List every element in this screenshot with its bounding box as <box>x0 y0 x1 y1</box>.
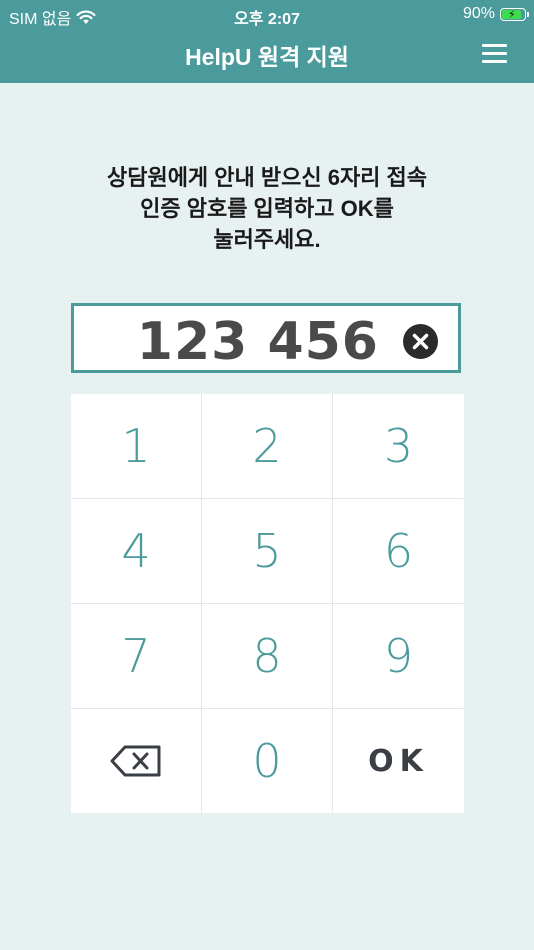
key-9[interactable]: 9 <box>333 604 464 708</box>
key-3[interactable]: 3 <box>333 394 464 498</box>
key-2[interactable]: 2 <box>202 394 332 498</box>
clear-circle-x-icon[interactable] <box>403 324 438 359</box>
key-1[interactable]: 1 <box>71 394 201 498</box>
battery-percent: 90% <box>462 5 495 22</box>
ok-button[interactable]: OK <box>333 709 464 813</box>
key-6[interactable]: 6 <box>333 499 464 603</box>
status-time: 오후 2:07 <box>234 11 300 28</box>
page-title: HelpU 원격 지원 <box>185 44 349 70</box>
hamburger-menu-icon[interactable] <box>482 44 507 64</box>
key-4[interactable]: 4 <box>71 499 201 603</box>
key-8[interactable]: 8 <box>202 604 332 708</box>
backspace-icon <box>110 745 161 777</box>
menu-line <box>482 52 507 55</box>
status-bar: SIM 없음 오후 2:07 90% ⚡ <box>0 0 534 28</box>
key-0[interactable]: 0 <box>202 709 332 813</box>
numeric-keypad: 1 2 3 4 5 6 7 8 9 0 OK <box>71 394 464 813</box>
key-5[interactable]: 5 <box>202 499 332 603</box>
battery-group: 90% ⚡ <box>462 5 529 23</box>
backspace-button[interactable] <box>71 709 201 813</box>
key-7[interactable]: 7 <box>71 604 201 708</box>
instruction-line-2: 인증 암호를 입력하고 OK를 <box>140 196 394 221</box>
bolt-icon: ⚡ <box>508 8 516 21</box>
battery-charging-icon: ⚡ <box>500 7 529 21</box>
menu-line <box>482 44 507 47</box>
instruction-line-3: 눌러주세요. <box>213 227 321 252</box>
instruction-line-1: 상담원에게 안내 받으신 6자리 접속 <box>106 165 428 190</box>
instruction-text: 상담원에게 안내 받으신 6자리 접속 인증 암호를 입력하고 OK를 눌러주세… <box>60 162 474 255</box>
menu-line <box>482 60 507 63</box>
code-value: 123 456 <box>136 312 379 372</box>
code-input-field[interactable]: 123 456 <box>71 303 461 373</box>
clear-x-glyph <box>412 333 429 350</box>
app-header: SIM 없음 오후 2:07 90% ⚡ HelpU 원격 지원 <box>0 0 534 83</box>
